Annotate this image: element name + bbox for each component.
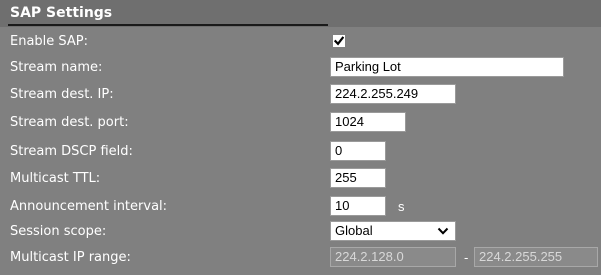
checkmark-icon bbox=[334, 36, 344, 46]
multicast-ttl-label: Multicast TTL: bbox=[10, 171, 101, 186]
multicast-ip-range-start-input[interactable]: 224.2.128.0 bbox=[330, 247, 456, 267]
row-stream-name: Stream name: Parking Lot bbox=[0, 56, 601, 80]
row-stream-dscp: Stream DSCP field: 0 bbox=[0, 140, 601, 164]
row-multicast-ip-range: Multicast IP range: 224.2.128.0 - 224.2.… bbox=[0, 246, 601, 270]
stream-name-label: Stream name: bbox=[10, 60, 103, 75]
stream-name-input[interactable]: Parking Lot bbox=[330, 57, 564, 77]
stream-dest-port-label: Stream dest. port: bbox=[10, 115, 129, 130]
sap-settings-panel: SAP Settings Enable SAP: Stream name: Pa… bbox=[0, 0, 601, 275]
multicast-ip-range-end-input[interactable]: 224.2.255.255 bbox=[474, 247, 598, 267]
multicast-ip-range-label: Multicast IP range: bbox=[10, 250, 131, 265]
section-header: SAP Settings bbox=[0, 0, 601, 27]
multicast-ttl-input[interactable]: 255 bbox=[330, 168, 386, 188]
stream-dscp-input[interactable]: 0 bbox=[330, 141, 386, 161]
row-stream-dest-port: Stream dest. port: 1024 bbox=[0, 111, 601, 135]
stream-dest-port-input[interactable]: 1024 bbox=[330, 112, 406, 132]
session-scope-select[interactable]: Global bbox=[330, 221, 456, 241]
announcement-interval-label: Announcement interval: bbox=[10, 199, 168, 214]
row-multicast-ttl: Multicast TTL: 255 bbox=[0, 167, 601, 191]
multicast-ip-range-separator: - bbox=[464, 250, 469, 265]
announcement-interval-input[interactable]: 10 bbox=[330, 196, 386, 216]
row-session-scope: Session scope: Global bbox=[0, 220, 601, 244]
announcement-interval-unit: s bbox=[398, 199, 405, 214]
section-title: SAP Settings bbox=[10, 5, 113, 21]
enable-sap-label: Enable SAP: bbox=[10, 34, 89, 49]
stream-dscp-label: Stream DSCP field: bbox=[10, 144, 133, 159]
stream-dest-ip-label: Stream dest. IP: bbox=[10, 87, 114, 102]
row-announcement-interval: Announcement interval: 10 s bbox=[0, 195, 601, 219]
row-enable-sap: Enable SAP: bbox=[0, 30, 601, 54]
session-scope-label: Session scope: bbox=[10, 224, 107, 239]
session-scope-selected: Global bbox=[335, 223, 373, 238]
section-divider bbox=[8, 24, 328, 26]
row-stream-dest-ip: Stream dest. IP: 224.2.255.249 bbox=[0, 83, 601, 107]
chevron-down-icon bbox=[437, 227, 449, 235]
enable-sap-checkbox[interactable] bbox=[333, 35, 345, 47]
stream-dest-ip-input[interactable]: 224.2.255.249 bbox=[330, 84, 456, 104]
